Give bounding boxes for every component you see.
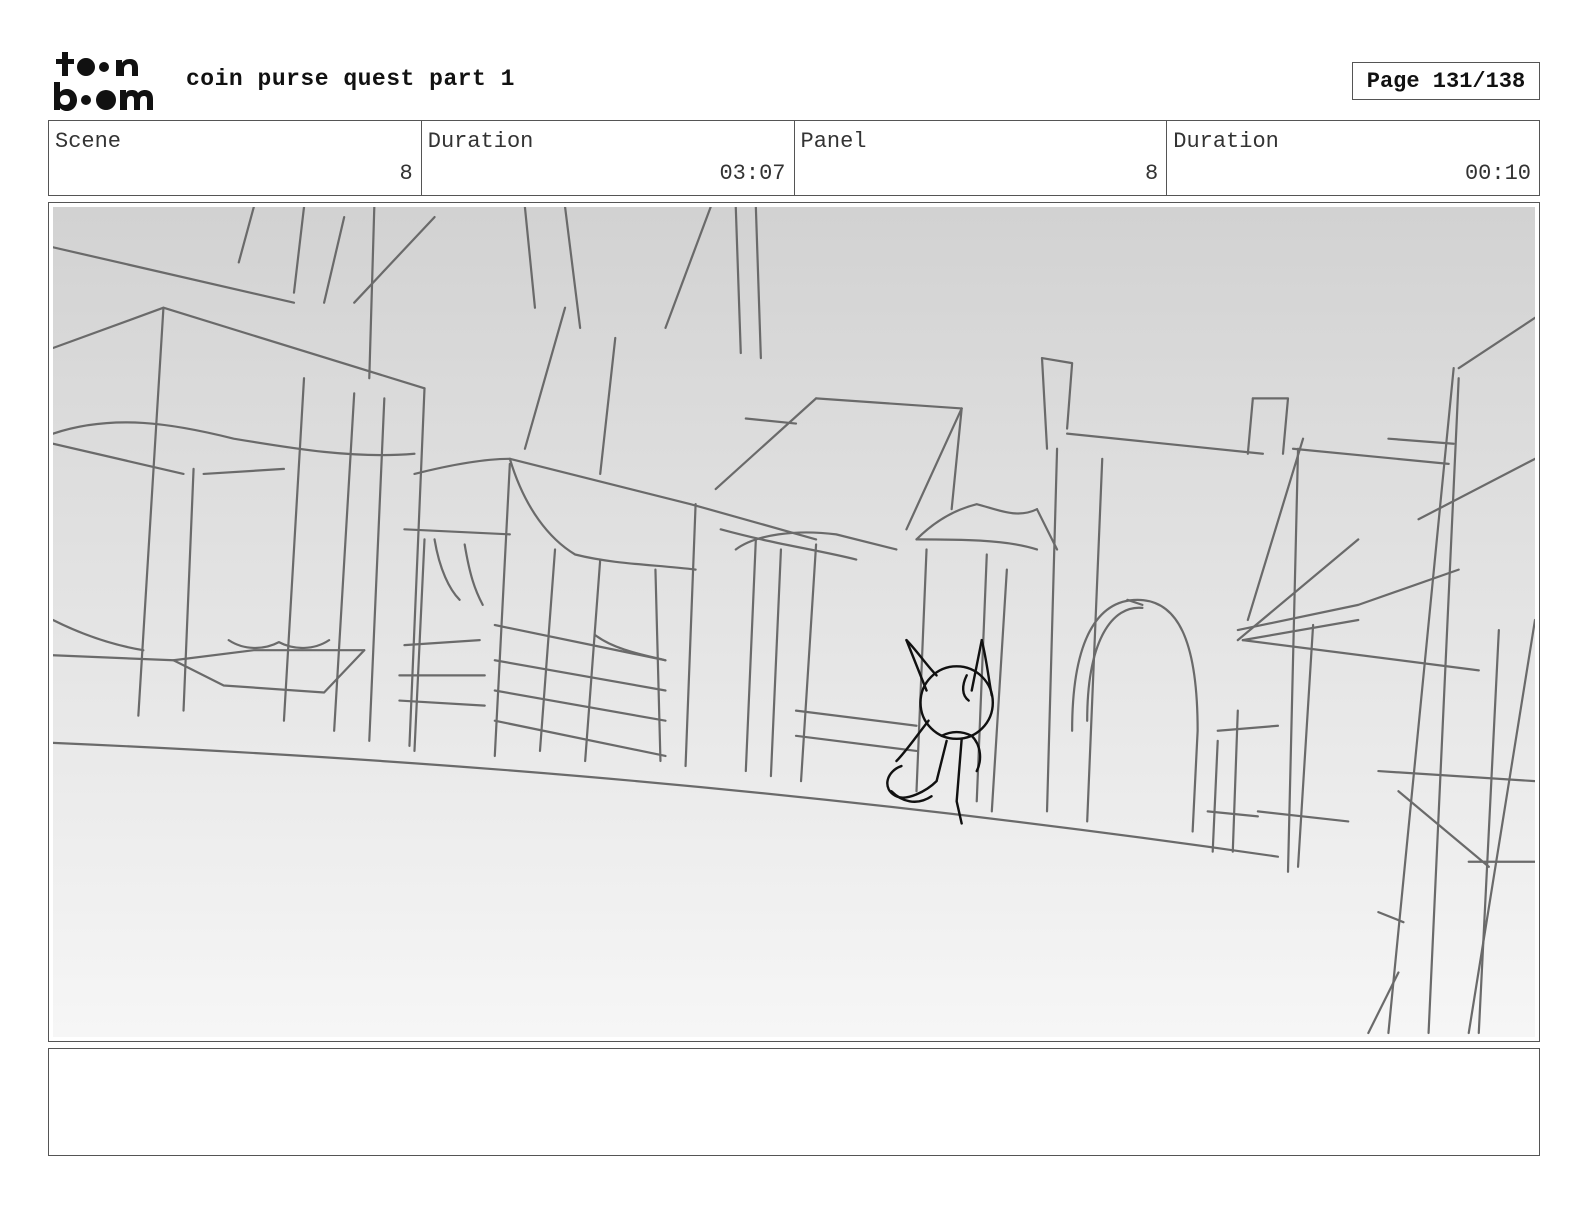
toonboom-logo [52, 50, 164, 112]
scene-value: 8 [399, 161, 413, 186]
panel-value: 8 [1145, 161, 1159, 186]
sketch-image [53, 207, 1535, 1037]
panel-label: Panel [800, 129, 867, 154]
panel-notes-box[interactable] [48, 1048, 1540, 1156]
panel-duration-cell: Duration 00:10 [1167, 121, 1539, 195]
panel-duration-label: Duration [1173, 129, 1279, 154]
scene-duration-cell: Duration 03:07 [422, 121, 795, 195]
panel-duration-value: 00:10 [1464, 161, 1531, 186]
page-number: Page 131/138 [1352, 62, 1540, 100]
scene-duration-value: 03:07 [719, 161, 786, 186]
storyboard-panel [48, 202, 1540, 1042]
scene-duration-label: Duration [427, 129, 534, 154]
document-title: coin purse quest part 1 [186, 66, 515, 92]
scene-cell: Scene 8 [49, 121, 422, 195]
scene-info-table: Scene 8 Duration 03:07 Panel 8 Duration … [48, 120, 1540, 196]
panel-cell: Panel 8 [795, 121, 1168, 195]
scene-label: Scene [55, 129, 122, 154]
